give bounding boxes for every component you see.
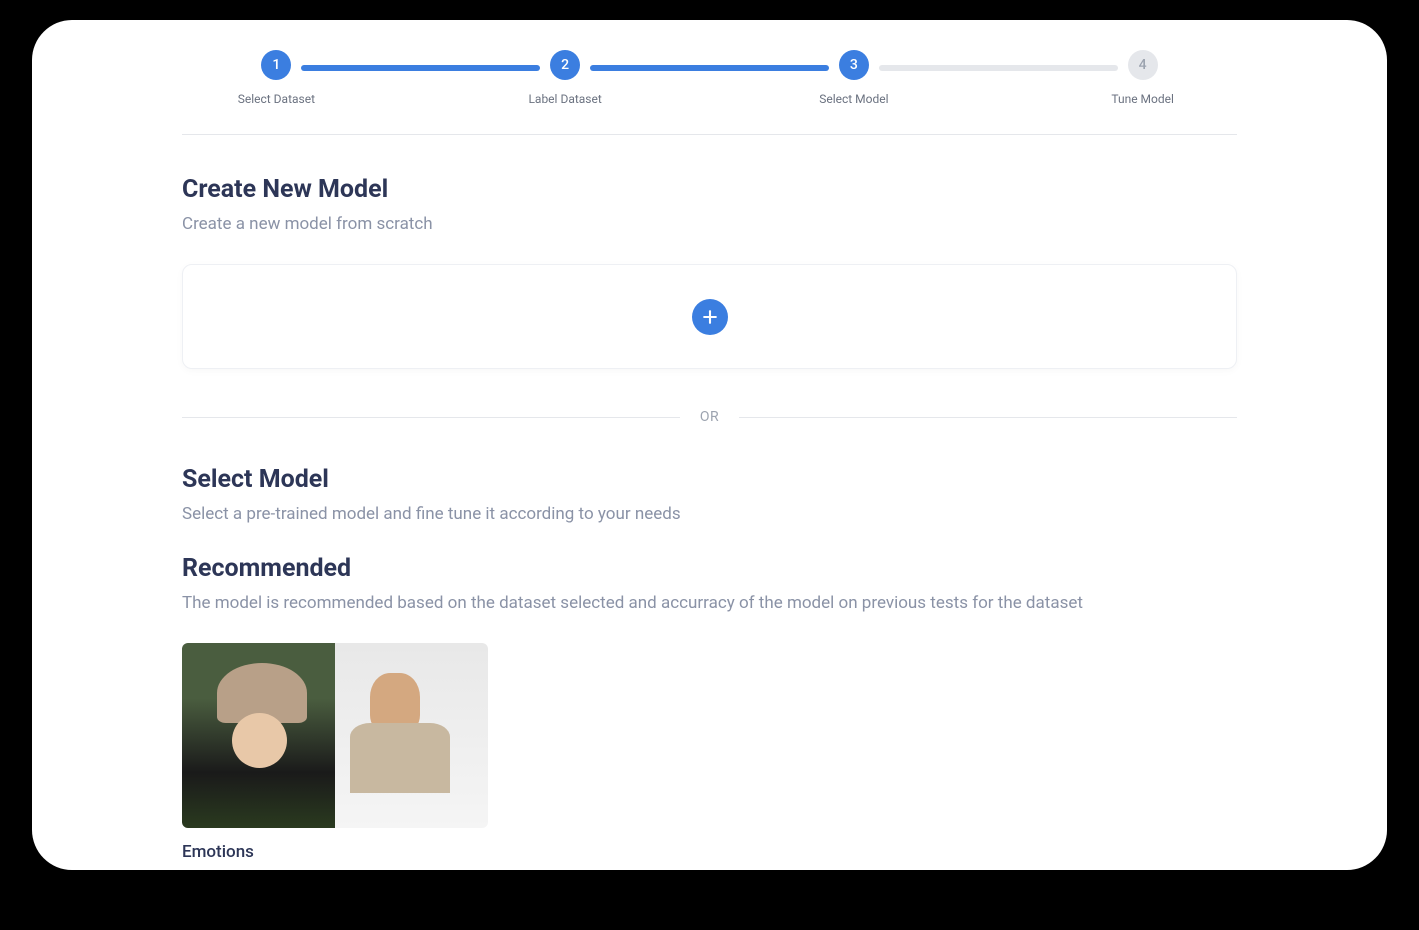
model-image-1 bbox=[182, 643, 335, 828]
select-model-subtitle: Select a pre-trained model and fine tune… bbox=[182, 504, 1237, 524]
step-number: 4 bbox=[1128, 50, 1158, 80]
or-label: OR bbox=[680, 409, 739, 425]
step-number: 1 bbox=[261, 50, 291, 80]
divider bbox=[182, 134, 1237, 135]
step-tune-model[interactable]: 4 Tune Model bbox=[998, 50, 1287, 106]
model-name: Emotions bbox=[182, 842, 488, 862]
create-model-title: Create New Model bbox=[182, 175, 1237, 204]
divider-line bbox=[739, 417, 1237, 418]
main-content: Create New Model Create a new model from… bbox=[32, 134, 1387, 862]
step-label: Label Dataset bbox=[528, 92, 601, 106]
divider-line bbox=[182, 417, 680, 418]
step-select-dataset[interactable]: 1 Select Dataset bbox=[132, 50, 421, 106]
model-preview-images bbox=[182, 643, 488, 828]
app-window: 1 Select Dataset 2 Label Dataset 3 Selec… bbox=[32, 20, 1387, 870]
model-card-emotions[interactable]: Emotions bbox=[182, 643, 488, 862]
step-label-dataset[interactable]: 2 Label Dataset bbox=[421, 50, 710, 106]
recommended-title: Recommended bbox=[182, 554, 1237, 583]
create-model-card[interactable] bbox=[182, 264, 1237, 369]
create-model-subtitle: Create a new model from scratch bbox=[182, 214, 1237, 234]
progress-stepper: 1 Select Dataset 2 Label Dataset 3 Selec… bbox=[132, 50, 1287, 106]
plus-icon bbox=[692, 299, 728, 335]
select-model-title: Select Model bbox=[182, 465, 1237, 494]
recommended-subtitle: The model is recommended based on the da… bbox=[182, 593, 1237, 613]
step-number: 2 bbox=[550, 50, 580, 80]
or-divider: OR bbox=[182, 409, 1237, 425]
step-select-model[interactable]: 3 Select Model bbox=[710, 50, 999, 106]
step-label: Select Model bbox=[819, 92, 888, 106]
step-number: 3 bbox=[839, 50, 869, 80]
step-label: Tune Model bbox=[1111, 92, 1174, 106]
model-image-2 bbox=[335, 643, 488, 828]
step-label: Select Dataset bbox=[238, 92, 315, 106]
